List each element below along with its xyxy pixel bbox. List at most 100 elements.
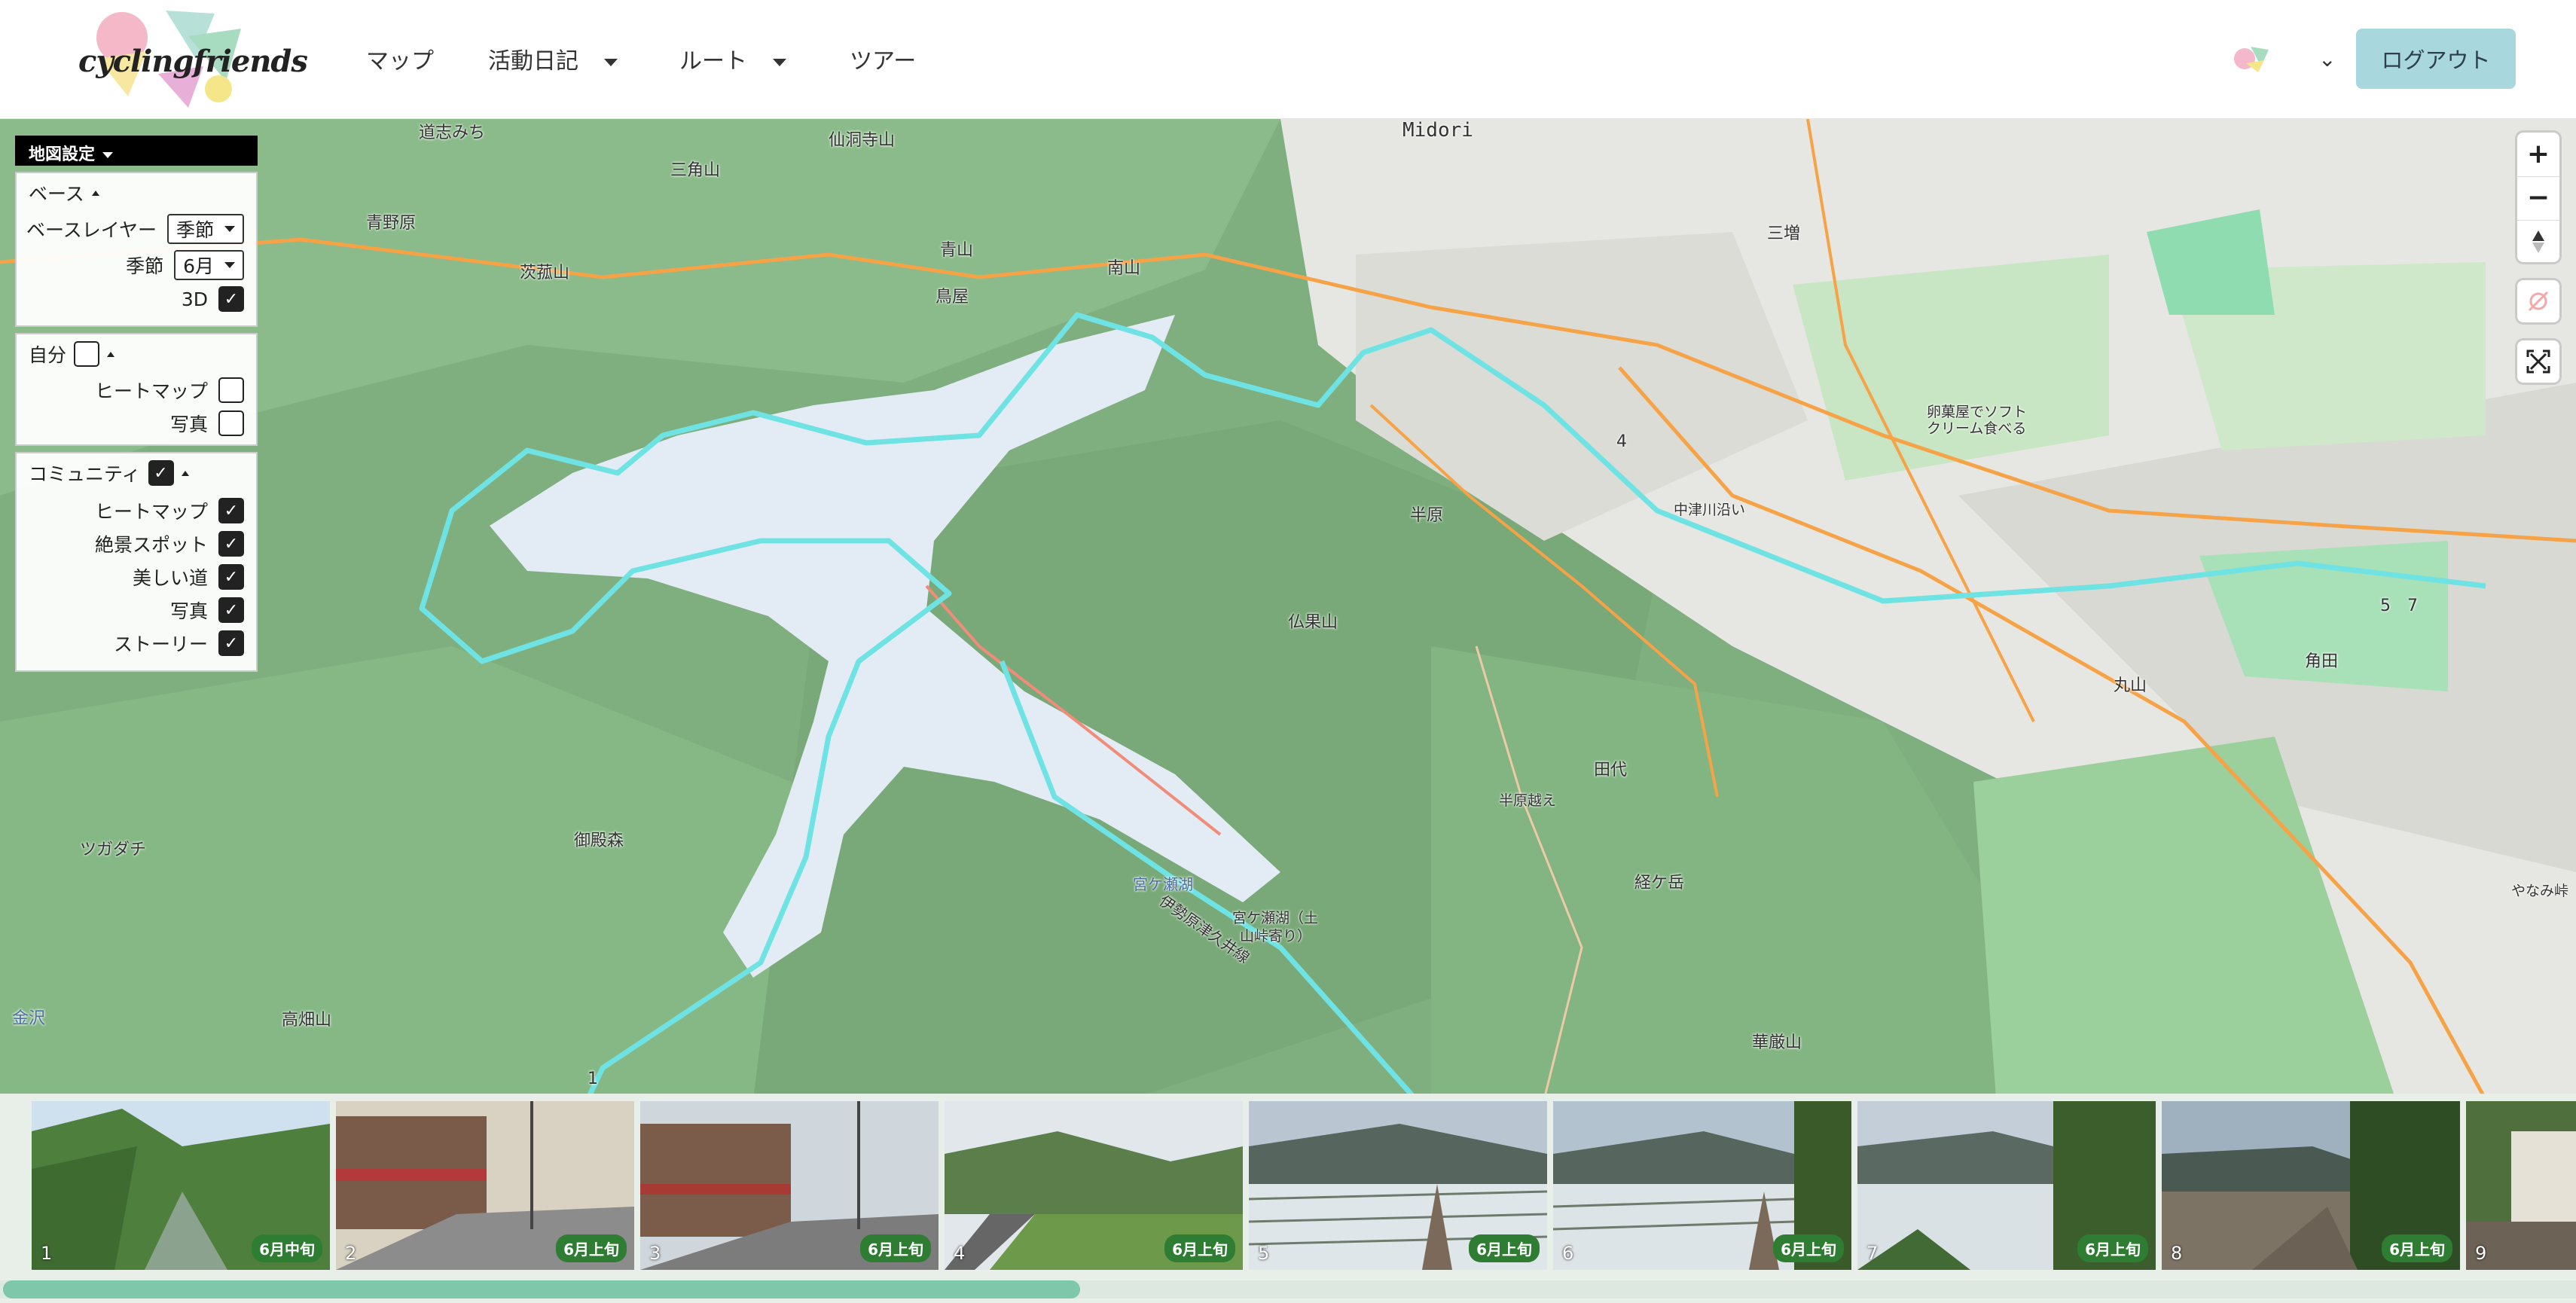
- photo-number: 4: [954, 1243, 966, 1264]
- map-label: 華厳山: [1752, 1033, 1802, 1052]
- caret-down-icon: [604, 58, 618, 66]
- user-avatar-icon[interactable]: [2231, 44, 2273, 74]
- nav-activity-diary[interactable]: 活動日記: [488, 42, 618, 75]
- self-photo-label: 写真: [169, 413, 208, 435]
- community-road-checkbox[interactable]: ✓: [218, 564, 244, 590]
- community-scenic-checkbox[interactable]: ✓: [218, 531, 244, 557]
- app-root: cyclingfriends マップ 活動日記 ルート ツアー ⌄ ログアウト: [0, 0, 2576, 1303]
- self-section: 自分 ヒートマップ 写真: [15, 333, 258, 446]
- photo-season-badge: 6月上旬: [1773, 1234, 1844, 1262]
- map-canvas[interactable]: 道志みち 仙洞寺山 三角山 Midori 青野原 茨菰山 青山 南山 鳥屋 三増…: [0, 119, 2576, 1100]
- map-label: 御殿森: [574, 832, 624, 850]
- community-heatmap-checkbox[interactable]: ✓: [218, 498, 244, 523]
- photo-season-badge: 6月上旬: [556, 1234, 627, 1262]
- community-section: コミュニティ ✓ ヒートマップ ✓ 絶景スポット ✓ 美しい道 ✓ 写真 ✓ スト…: [15, 452, 258, 672]
- photo-thumbnail[interactable]: 1 6月中旬: [32, 1101, 330, 1270]
- community-checkbox[interactable]: ✓: [148, 460, 174, 486]
- nav-tour[interactable]: ツアー: [850, 42, 916, 75]
- community-road-row: 美しい道 ✓: [133, 563, 244, 590]
- self-photo-row: 写真: [170, 410, 244, 437]
- self-heatmap-row: ヒートマップ: [95, 377, 244, 404]
- base-layer-section: ベース ベースレイヤー 季節 季節 6月 3D ✓: [15, 172, 258, 327]
- logout-button[interactable]: ログアウト: [2356, 29, 2516, 89]
- map-navigation-control: + −: [2517, 133, 2559, 262]
- logo-text: cyclingfriends: [78, 44, 308, 79]
- map-label: 仙洞寺山: [829, 131, 896, 150]
- compass-button[interactable]: [2517, 220, 2559, 262]
- photo-number: 3: [649, 1243, 661, 1264]
- community-photo-label: 写真: [169, 600, 208, 622]
- user-menu-chevron-icon[interactable]: ⌄: [2318, 47, 2336, 72]
- photo-thumbnail[interactable]: 8 6月上旬: [2162, 1101, 2460, 1270]
- photo-thumbnail[interactable]: 3 6月上旬: [640, 1101, 939, 1270]
- map-label: 青野原: [366, 214, 417, 233]
- self-section-title: 自分: [29, 340, 115, 368]
- map-label: 高畑山: [282, 1011, 332, 1030]
- location-disabled-icon: [2528, 291, 2549, 312]
- top-navbar: cyclingfriends マップ 活動日記 ルート ツアー ⌄ ログアウト: [0, 0, 2576, 119]
- photo-strip[interactable]: 1 6月中旬 2 6月上旬 3 6月上旬 4 6月上旬 5 6月上旬 6 6月上…: [0, 1094, 2576, 1303]
- collapse-up-icon[interactable]: [107, 351, 115, 357]
- photo-thumbnail[interactable]: 4 6月上旬: [945, 1101, 1243, 1270]
- map-label: 金沢: [12, 1009, 46, 1028]
- map-label: 角田: [2305, 652, 2339, 671]
- nav-map[interactable]: マップ: [366, 42, 434, 75]
- zoom-out-button[interactable]: −: [2517, 176, 2559, 218]
- fullscreen-icon: [2526, 349, 2550, 374]
- base-section-title[interactable]: ベース: [29, 179, 99, 206]
- map-label: 半原: [1410, 506, 1444, 525]
- photo-thumbnail[interactable]: 5 6月上旬: [1249, 1101, 1547, 1270]
- map-label: クリーム食べる: [1927, 420, 2027, 437]
- map-label: 中津川沿い: [1674, 502, 1746, 518]
- base-layer-label: ベースレイヤー: [26, 219, 157, 241]
- community-heatmap-row: ヒートマップ ✓: [95, 497, 244, 524]
- fullscreen-button[interactable]: [2517, 340, 2559, 383]
- community-road-label: 美しい道: [132, 567, 208, 589]
- zoom-in-button[interactable]: +: [2517, 133, 2559, 175]
- self-heatmap-checkbox[interactable]: [218, 377, 244, 403]
- season-select[interactable]: 6月: [174, 250, 244, 280]
- photo-thumbnail[interactable]: 7 6月上旬: [1857, 1101, 2156, 1270]
- community-story-checkbox[interactable]: ✓: [218, 630, 244, 656]
- season-row: 季節 6月: [126, 250, 244, 280]
- map-label: 南山: [1107, 259, 1141, 278]
- photo-thumbnail[interactable]: 2 6月上旬: [336, 1101, 634, 1270]
- route-marker-label: 1: [588, 1070, 598, 1088]
- three-d-row: 3D ✓: [182, 286, 244, 312]
- route-marker-label: 5: [2380, 597, 2391, 615]
- photo-thumbnail[interactable]: 6 6月上旬: [1553, 1101, 1851, 1270]
- self-photo-checkbox[interactable]: [218, 410, 244, 436]
- map-label: 田代: [1594, 761, 1628, 780]
- community-section-label: コミュニティ: [29, 463, 141, 485]
- photo-thumbnail[interactable]: 9: [2466, 1101, 2576, 1270]
- photo-season-badge: 6月上旬: [2077, 1234, 2148, 1262]
- photo-strip-scroll-thumb[interactable]: [3, 1280, 1080, 1298]
- self-section-label: 自分: [29, 344, 67, 366]
- base-layer-row: ベースレイヤー 季節: [26, 214, 244, 244]
- nav-route[interactable]: ルート: [679, 42, 786, 75]
- three-d-checkbox[interactable]: ✓: [218, 286, 244, 312]
- map-label: 宮ケ瀬湖: [1133, 875, 1193, 893]
- map-label: やなみ峠: [2511, 883, 2569, 899]
- collapse-up-icon: [91, 190, 99, 196]
- base-layer-select[interactable]: 季節: [166, 214, 244, 244]
- base-layer-value: 季節: [175, 219, 214, 241]
- nav-map-label: マップ: [366, 48, 434, 75]
- geolocate-button[interactable]: [2517, 280, 2559, 322]
- map-label: 宮ケ瀬湖（土: [1232, 910, 1319, 926]
- collapse-up-icon[interactable]: [181, 470, 189, 476]
- photo-number: 7: [1866, 1243, 1879, 1264]
- map-settings-toggle[interactable]: 地図設定: [15, 136, 258, 166]
- self-checkbox[interactable]: [74, 341, 100, 367]
- community-story-label: ストーリー: [113, 633, 208, 655]
- community-scenic-label: 絶景スポット: [94, 534, 208, 556]
- dropdown-arrow-icon: [224, 226, 235, 232]
- compass-icon: [2532, 230, 2544, 253]
- season-value: 6月: [183, 255, 214, 277]
- map-label: 茨菰山: [520, 264, 570, 282]
- map-settings-title: 地図設定: [29, 145, 96, 164]
- photo-season-badge: 6月上旬: [860, 1234, 931, 1262]
- map-label: 丸山: [2114, 676, 2147, 695]
- community-photo-checkbox[interactable]: ✓: [218, 597, 244, 623]
- community-scenic-row: 絶景スポット ✓: [95, 530, 244, 557]
